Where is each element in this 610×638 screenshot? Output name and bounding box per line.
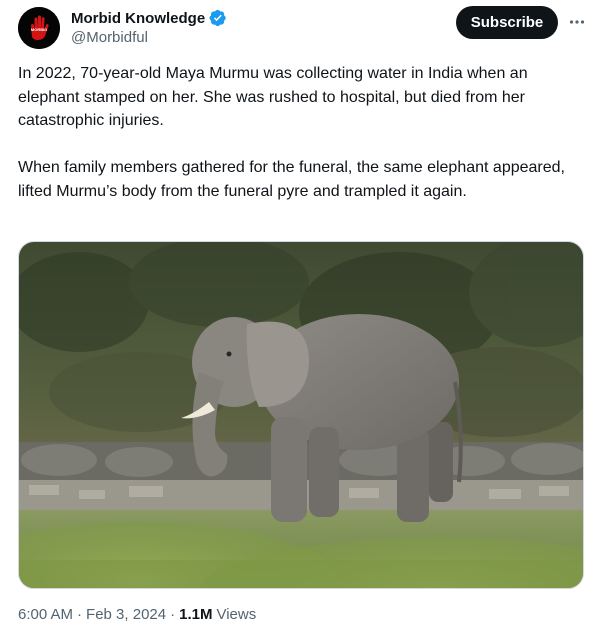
author-handle[interactable]: @Morbidful <box>71 29 227 46</box>
meta-separator: · <box>170 606 176 623</box>
more-horizontal-icon[interactable] <box>565 10 589 34</box>
svg-text:MORBID: MORBID <box>31 27 47 32</box>
tweet-time[interactable]: 6:00 AM <box>18 606 73 623</box>
red-hand-icon: MORBID <box>18 7 60 49</box>
verified-badge-icon[interactable] <box>209 9 227 27</box>
author-display-name[interactable]: Morbid Knowledge <box>71 10 205 27</box>
subscribe-button[interactable]: Subscribe <box>456 6 558 39</box>
tweet-meta: 6:00 AM · Feb 3, 2024 · 1.1M Views <box>18 606 256 623</box>
elephant-photo <box>19 242 583 588</box>
tweet-header: MORBID Morbid Knowledge @Morbidful Subsc… <box>18 6 592 50</box>
author-info: Morbid Knowledge @Morbidful <box>71 9 227 46</box>
tweet-text: In 2022, 70-year-old Maya Murmu was coll… <box>18 62 592 203</box>
tweet-paragraph: When family members gathered for the fun… <box>18 159 565 200</box>
views-count[interactable]: 1.1M <box>179 606 212 623</box>
tweet-date[interactable]: Feb 3, 2024 <box>86 606 166 623</box>
tweet-paragraph: In 2022, 70-year-old Maya Murmu was coll… <box>18 65 528 129</box>
tweet-media-photo[interactable] <box>18 241 584 589</box>
meta-separator: · <box>77 606 83 623</box>
author-avatar[interactable]: MORBID <box>18 7 60 49</box>
views-label[interactable]: Views <box>216 606 256 623</box>
more-dots-glyph <box>569 20 585 24</box>
